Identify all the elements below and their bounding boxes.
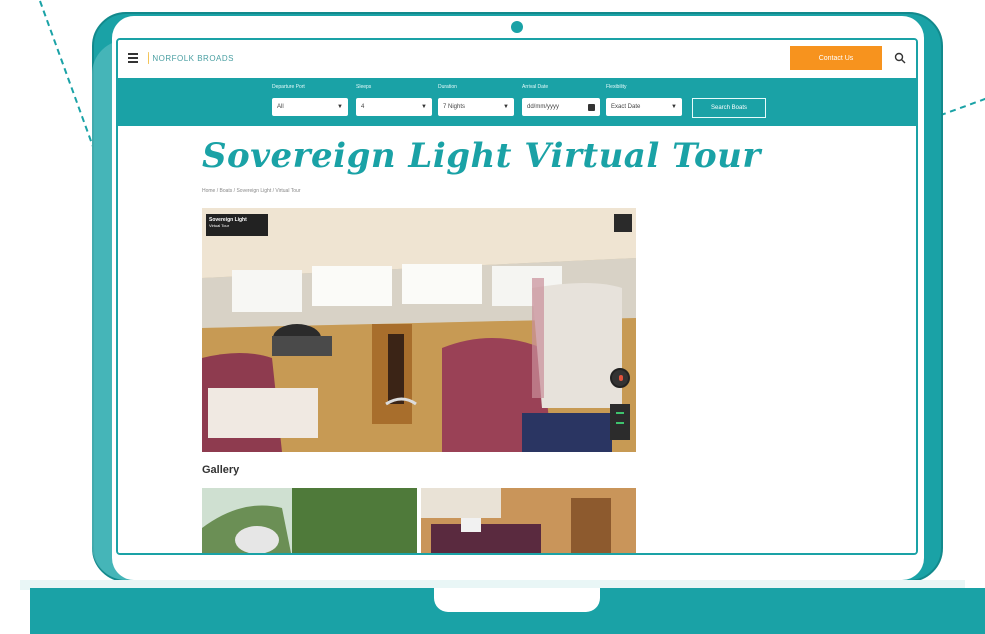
gallery-photo-saloon bbox=[421, 488, 636, 553]
fullscreen-icon[interactable] bbox=[614, 214, 632, 232]
filter-arrival-date: Arrival Date dd/mm/yyyy bbox=[522, 84, 600, 116]
departure-port-select[interactable]: All ▼ bbox=[272, 98, 348, 116]
gallery-image-saloon[interactable] bbox=[421, 488, 636, 553]
camera-icon bbox=[511, 21, 523, 33]
browser-screen: NORFOLK BROADS Contact Us Departure Port… bbox=[116, 38, 918, 555]
filter-label: Arrival Date bbox=[522, 84, 549, 90]
contact-button[interactable]: Contact Us bbox=[790, 46, 882, 70]
laptop-illustration: NORFOLK BROADS Contact Us Departure Port… bbox=[0, 0, 985, 634]
gallery-image-exterior[interactable] bbox=[202, 488, 417, 553]
boat-interior-panorama bbox=[202, 208, 636, 452]
laptop-notch bbox=[432, 588, 602, 614]
compass-icon[interactable] bbox=[610, 368, 630, 388]
filter-label: Sleeps bbox=[356, 84, 372, 90]
search-icon[interactable] bbox=[894, 52, 906, 64]
gallery-photo-exterior bbox=[202, 488, 417, 553]
menu-icon[interactable] bbox=[128, 53, 138, 63]
duration-select[interactable]: 7 Nights ▼ bbox=[438, 98, 514, 116]
zoom-icon[interactable] bbox=[610, 404, 630, 440]
filter-label: Departure Port bbox=[272, 84, 305, 90]
virtual-tour-viewer[interactable]: Sovereign Light Virtual Tour bbox=[202, 208, 636, 452]
filter-label: Flexibility bbox=[606, 84, 627, 90]
main-content: Sovereign Light Virtual Tour Home / Boat… bbox=[118, 126, 916, 553]
filter-duration: Duration 7 Nights ▼ bbox=[438, 84, 514, 116]
search-boats-button[interactable]: Search Boats bbox=[692, 98, 766, 118]
input-value: dd/mm/yyyy bbox=[527, 104, 560, 110]
chevron-down-icon: ▼ bbox=[671, 104, 677, 110]
filter-departure-port: Departure Port All ▼ bbox=[272, 84, 348, 116]
chevron-down-icon: ▼ bbox=[421, 104, 427, 110]
gallery-heading: Gallery bbox=[202, 464, 240, 476]
site-logo[interactable]: NORFOLK BROADS bbox=[148, 50, 234, 66]
filter-label: Duration bbox=[438, 84, 457, 90]
filter-flexibility: Flexibility Exact Date ▼ bbox=[606, 84, 682, 116]
flexibility-select[interactable]: Exact Date ▼ bbox=[606, 98, 682, 116]
select-value: 4 bbox=[361, 104, 365, 110]
boat-search-bar: Departure Port All ▼ Sleeps 4 ▼ Duration… bbox=[118, 78, 916, 126]
select-value: Exact Date bbox=[611, 104, 641, 110]
page-title: Sovereign Light Virtual Tour bbox=[202, 136, 761, 176]
breadcrumb[interactable]: Home / Boats / Sovereign Light / Virtual… bbox=[202, 188, 300, 194]
calendar-icon[interactable] bbox=[588, 103, 595, 111]
site-header: NORFOLK BROADS Contact Us bbox=[118, 40, 916, 78]
select-value: All bbox=[277, 104, 284, 110]
gallery bbox=[202, 488, 636, 553]
chevron-down-icon: ▼ bbox=[503, 104, 509, 110]
sleeps-select[interactable]: 4 ▼ bbox=[356, 98, 432, 116]
tour-chip-subtitle: Virtual Tour bbox=[209, 223, 230, 228]
tour-info-chip[interactable]: Sovereign Light Virtual Tour bbox=[206, 214, 268, 236]
filter-sleeps: Sleeps 4 ▼ bbox=[356, 84, 432, 116]
select-value: 7 Nights bbox=[443, 104, 466, 110]
arrival-date-input[interactable]: dd/mm/yyyy bbox=[522, 98, 600, 116]
logo-text: NORFOLK BROADS bbox=[152, 53, 234, 63]
chevron-down-icon: ▼ bbox=[337, 104, 343, 110]
